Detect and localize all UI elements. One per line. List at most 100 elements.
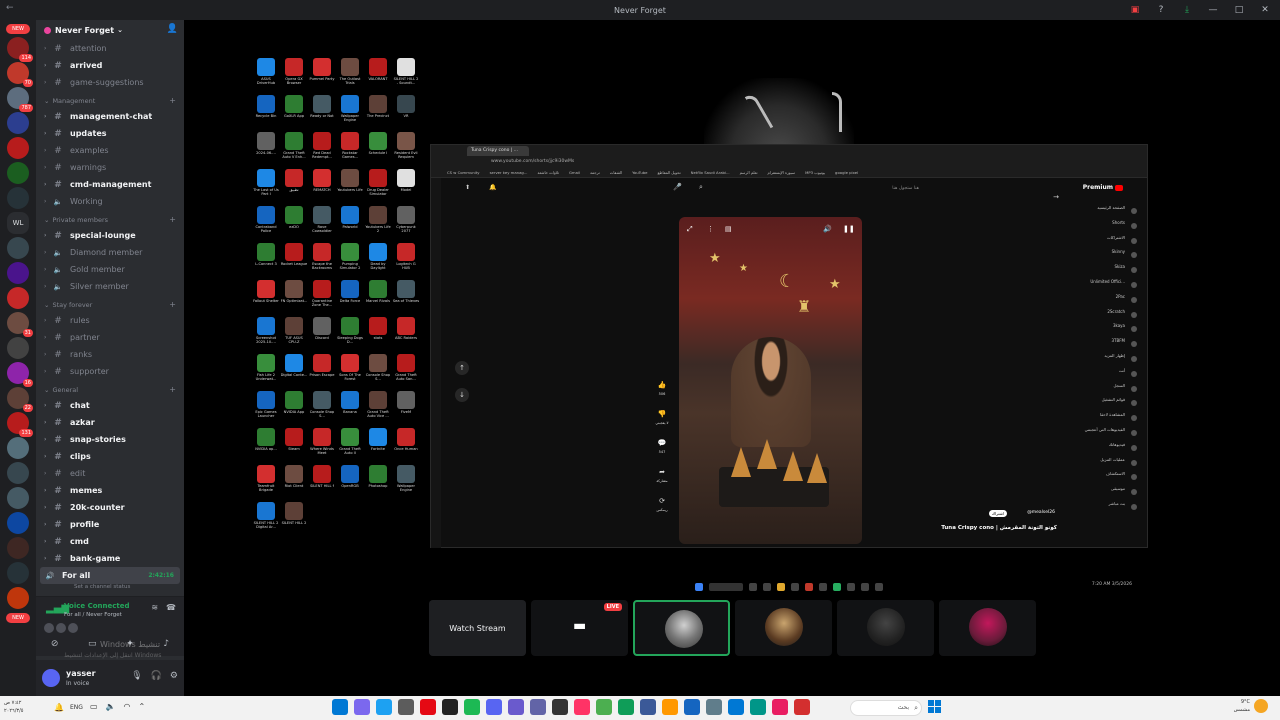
chevron-right-icon[interactable]: › (44, 79, 50, 86)
captions-icon[interactable]: ▤ (725, 225, 732, 233)
expand-icon[interactable]: ⤢ (687, 225, 693, 234)
avatar[interactable] (68, 623, 78, 633)
add-member-icon[interactable]: 👤 (167, 24, 178, 34)
desktop-icon[interactable]: Pumping Simulator 2 (336, 243, 364, 280)
desktop-icon[interactable]: Grand Theft Auto San... (392, 354, 420, 391)
bookmark-item[interactable]: الشقات (610, 170, 622, 175)
participant-tile[interactable] (939, 600, 1036, 656)
server-icon[interactable]: 16 (7, 362, 33, 387)
pinned-app-icon[interactable] (618, 699, 634, 715)
channel-item[interactable]: › # cmd (36, 533, 184, 550)
desktop-icon[interactable]: Grand Theft Auto II (336, 428, 364, 465)
bookmark-item[interactable]: Gmail (569, 170, 580, 175)
server-icon[interactable] (7, 337, 29, 359)
desktop-icon[interactable]: Wallpaper Engine (336, 95, 364, 132)
gear-icon[interactable]: ⚙ (170, 671, 178, 681)
desktop-icon[interactable]: REMATCH (308, 169, 336, 206)
youtube-sidebar-item[interactable]: المشاهدة لاحقا (1061, 412, 1139, 427)
desktop-icon[interactable]: Discord (308, 317, 336, 354)
chevron-right-icon[interactable]: › (44, 504, 50, 511)
youtube-sidebar-item[interactable]: إظهار المزيد (1061, 353, 1139, 368)
youtube-sidebar-item[interactable]: الاستكشاف (1061, 471, 1139, 486)
desktop-icon[interactable]: Grand Theft Auto Vice ... (364, 391, 392, 428)
channel-item[interactable]: › # examples (36, 142, 184, 159)
chevron-right-icon[interactable]: › (44, 198, 50, 205)
bookmark-item[interactable]: Netflix Saudi Arabi... (691, 170, 730, 175)
desktop-icon[interactable]: Marvel Rivals (364, 280, 392, 317)
browser-tab[interactable]: Tuna Crispy cono | ... (467, 146, 529, 156)
pinned-app-icon[interactable] (574, 699, 590, 715)
share-button[interactable]: ➦ مشاركة (655, 468, 669, 497)
desktop-icon[interactable]: Rockstar Games... (336, 132, 364, 169)
short-channel[interactable]: @mealsel26 (1027, 510, 1055, 515)
desktop-icon[interactable]: Riot Client (280, 465, 308, 502)
participant-tile[interactable] (633, 600, 730, 656)
chevron-right-icon[interactable]: › (44, 419, 50, 426)
chevron-right-icon[interactable]: › (44, 470, 50, 477)
server-icon[interactable]: 114 (7, 37, 33, 62)
desktop-icon[interactable]: Dead by Daylight (364, 243, 392, 280)
desktop-icon[interactable]: Resident Evil Requiem (392, 132, 420, 169)
desktop-icon[interactable]: Drug Dealer Simulator (364, 169, 392, 206)
youtube-sidebar-item[interactable]: السجل (1061, 383, 1139, 398)
bookmark-item[interactable]: تلاوات خاشعة (537, 170, 559, 175)
desktop-icon[interactable]: تطبيق (280, 169, 308, 206)
add-channel-icon[interactable]: + (169, 385, 176, 394)
pinned-app-icon[interactable] (684, 699, 700, 715)
channel-category[interactable]: ⌄ Private members + (36, 212, 184, 227)
username[interactable]: yasser (66, 669, 96, 678)
desktop-icon[interactable]: 2024-06-... (252, 132, 280, 169)
server-icon[interactable]: 70 (7, 62, 33, 87)
chevron-right-icon[interactable]: › (44, 113, 50, 120)
channel-category[interactable]: ⌄ Stay forever + (36, 297, 184, 312)
server-folder[interactable]: WL (7, 212, 29, 234)
avatar[interactable] (44, 623, 54, 633)
desktop-icon[interactable]: stats (364, 317, 392, 354)
desktop-icon[interactable]: Rave Cowsoldier (308, 206, 336, 243)
chevron-right-icon[interactable]: › (44, 436, 50, 443)
desktop-icon[interactable]: Rocket League (280, 243, 308, 280)
desktop-icon[interactable]: Delta Force (336, 280, 364, 317)
chevron-right-icon[interactable]: › (44, 402, 50, 409)
channel-item[interactable]: › 🔈 Gold member (36, 261, 184, 278)
server-icon[interactable] (7, 187, 29, 209)
remix-button[interactable]: ⟳ ريمكس (655, 497, 669, 526)
desktop-icon[interactable]: Palworld (336, 206, 364, 243)
avatar[interactable] (42, 669, 60, 687)
channel-item[interactable]: › # updates (36, 125, 184, 142)
desktop-icon[interactable]: ABC Raiders (392, 317, 420, 354)
pinned-app-icon[interactable] (332, 699, 348, 715)
chevron-right-icon[interactable]: › (44, 521, 50, 528)
desktop-icon[interactable]: Red Dead Redempt... (308, 132, 336, 169)
server-icon[interactable] (7, 162, 29, 184)
desktop-icon[interactable]: Ready or Not (308, 95, 336, 132)
pinned-app-icon[interactable] (794, 699, 810, 715)
desktop-icon[interactable]: SILENT HILL f (308, 465, 336, 502)
desktop-icon[interactable]: Recycle Bin (252, 95, 280, 132)
server-icon[interactable] (7, 587, 29, 609)
bookmark-item[interactable]: تحويل المقاطع (658, 170, 681, 175)
channel-item[interactable]: › # warnings (36, 159, 184, 176)
more-icon[interactable]: ⋮ (707, 225, 714, 233)
desktop-icon[interactable]: Logitech G HUB (392, 243, 420, 280)
channel-item[interactable]: › # snap-stories (36, 431, 184, 448)
channel-item[interactable]: › # ranks (36, 346, 184, 363)
headphones-icon[interactable]: 🎧 (151, 671, 162, 681)
server-icon[interactable]: 131 (7, 412, 33, 437)
next-short-button[interactable]: ↓ (455, 388, 469, 402)
channel-item[interactable]: › # partner (36, 329, 184, 346)
youtube-sidebar-item[interactable]: 3TBFM (1061, 338, 1139, 353)
channel-item[interactable]: › # rules (36, 312, 184, 329)
close-button[interactable]: ✕ (1258, 3, 1272, 17)
youtube-sidebar-item[interactable]: Skiza (1061, 264, 1139, 279)
youtube-logo[interactable]: Premium (1083, 184, 1123, 191)
server-icon[interactable] (7, 287, 29, 309)
camera-off-icon[interactable]: ⊘ (51, 639, 59, 649)
desktop-icon[interactable]: Sea of Thieves (392, 280, 420, 317)
channel-item[interactable]: › 🔈 Diamond member (36, 244, 184, 261)
comments-button[interactable]: 💬 547 (655, 439, 669, 468)
pinned-app-icon[interactable] (376, 699, 392, 715)
server-icon[interactable] (7, 437, 29, 459)
pinned-app-icon[interactable] (486, 699, 502, 715)
channel-item[interactable]: › # edit (36, 465, 184, 482)
